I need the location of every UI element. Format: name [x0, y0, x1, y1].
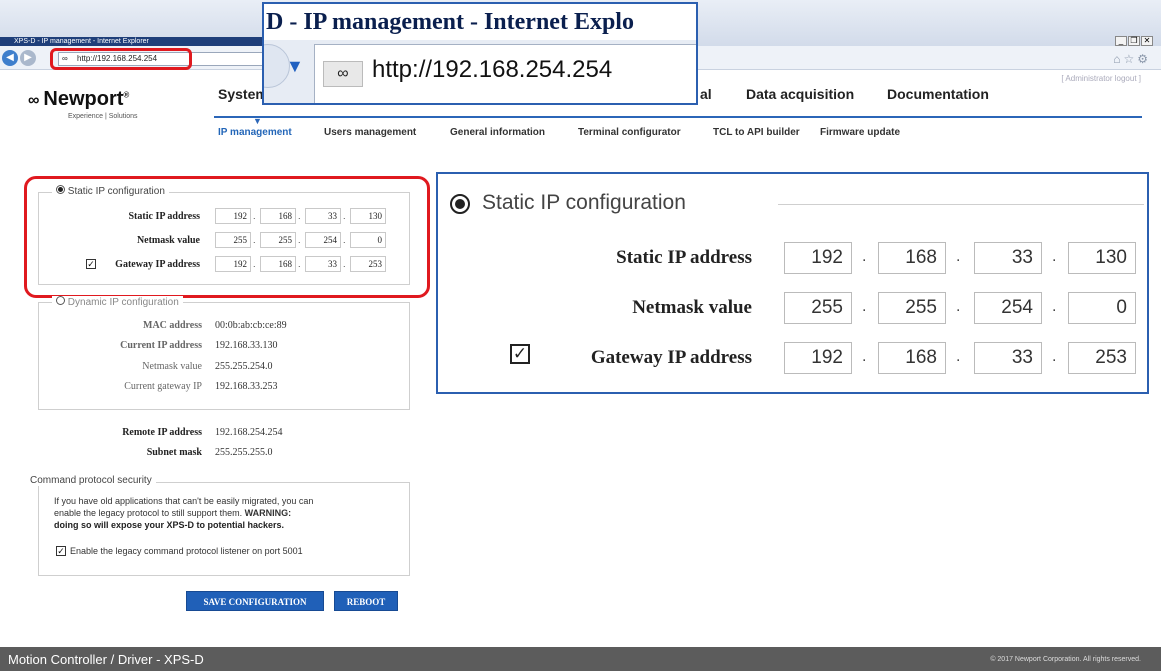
back-button[interactable]: ◀	[2, 50, 18, 66]
current-gateway-value: 192.168.33.253	[215, 381, 278, 392]
zoom-window-title: D - IP management - Internet Explo	[264, 4, 696, 40]
gear-icon[interactable]: ⚙	[1137, 52, 1151, 66]
zoom-chevron-down-icon: ▼	[286, 56, 304, 76]
newport-logo-icon: ∞	[28, 92, 40, 109]
dynamic-ip-radio[interactable]	[56, 296, 65, 305]
subnav-general-information[interactable]: General information	[450, 127, 545, 138]
home-icon[interactable]: ⌂	[1113, 52, 1123, 66]
mac-address-value: 00:0b:ab:cb:ce:89	[215, 320, 287, 331]
zoom-gateway-octet-1: 192	[784, 342, 852, 374]
admin-logout-link[interactable]: [ Administrator logout ]	[1061, 74, 1141, 83]
zoom-static-inset: Static IP configuration Static IP addres…	[436, 172, 1149, 394]
zoom-netmask-octet-4: 0	[1068, 292, 1136, 324]
window-controls: _ ❐ ✕	[1115, 36, 1153, 46]
nav-terminal[interactable]: al	[700, 86, 712, 102]
window-title: XPS-D - IP management - Internet Explore…	[0, 37, 270, 46]
maximize-icon[interactable]: ❐	[1128, 36, 1140, 46]
reboot-button[interactable]: REBOOT	[334, 591, 398, 611]
dyn-netmask-value: 255.255.254.0	[215, 361, 273, 372]
nav-documentation[interactable]: Documentation	[887, 86, 989, 102]
static-ip-highlight	[24, 176, 430, 298]
subnav-users-management[interactable]: Users management	[324, 127, 416, 138]
subnav-terminal-configurator[interactable]: Terminal configurator	[578, 127, 681, 138]
zoom-netmask-label: Netmask value	[632, 297, 752, 318]
current-ip-label: Current IP address	[120, 340, 202, 351]
zoom-static-octet-4: 130	[1068, 242, 1136, 274]
dyn-netmask-label: Netmask value	[142, 361, 202, 372]
zoom-static-radio	[450, 194, 470, 214]
zoom-static-legend: Static IP configuration	[482, 191, 686, 214]
zoom-netmask-octet-1: 255	[784, 292, 852, 324]
security-warning: doing so will expose your XPS-D to poten…	[54, 520, 285, 530]
minimize-icon[interactable]: _	[1115, 36, 1127, 46]
footer-product: Motion Controller / Driver - XPS-D	[8, 652, 204, 667]
zoom-static-octet-3: 33	[974, 242, 1042, 274]
subnav-firmware-update[interactable]: Firmware update	[820, 127, 900, 138]
zoom-gateway-octet-2: 168	[878, 342, 946, 374]
dynamic-ip-legend[interactable]: Dynamic IP configuration	[52, 296, 183, 308]
address-highlight	[50, 48, 192, 70]
subnet-mask-label: Subnet mask	[146, 447, 202, 458]
subnav-ip-management[interactable]: IP management	[218, 127, 292, 138]
nav-system[interactable]: System	[218, 86, 268, 102]
save-configuration-button[interactable]: SAVE CONFIGURATION	[186, 591, 324, 611]
nav-active-arrow-icon: ▼	[253, 116, 262, 126]
legacy-protocol-checkbox[interactable]: ✓	[56, 546, 66, 556]
current-ip-value: 192.168.33.130	[215, 340, 278, 351]
subnet-mask-value: 255.255.255.0	[215, 447, 273, 458]
mac-address-label: MAC address	[143, 320, 202, 331]
zoom-gateway-octet-3: 33	[974, 342, 1042, 374]
nav-divider	[214, 116, 1142, 118]
forward-button[interactable]: ▶	[20, 50, 36, 66]
zoom-netmask-octet-3: 254	[974, 292, 1042, 324]
security-text-1: If you have old applications that can't …	[54, 496, 314, 506]
dynamic-ip-fieldset	[38, 302, 410, 410]
newport-tagline: Experience | Solutions	[68, 113, 138, 120]
toolbar-icons: ⌂☆⚙	[1113, 52, 1151, 66]
current-gateway-label: Current gateway IP	[124, 381, 202, 392]
newport-logo: ∞ Newport®	[28, 88, 130, 110]
zoom-gateway-label: Gateway IP address	[590, 347, 752, 368]
zoom-site-icon: ∞	[323, 61, 363, 87]
legacy-protocol-label[interactable]: Enable the legacy command protocol liste…	[70, 546, 303, 556]
nav-data-acquisition[interactable]: Data acquisition	[746, 86, 854, 102]
subnav-tcl-api-builder[interactable]: TCL to API builder	[713, 127, 800, 138]
remote-ip-label: Remote IP address	[122, 427, 202, 438]
close-icon[interactable]: ✕	[1141, 36, 1153, 46]
zoom-static-octet-1: 192	[784, 242, 852, 274]
zoom-gateway-octet-4: 253	[1068, 342, 1136, 374]
security-legend: Command protocol security	[26, 475, 156, 486]
footer-copyright: © 2017 Newport Corporation. All rights r…	[990, 656, 1141, 663]
zoom-address-url: http://192.168.254.254	[372, 56, 613, 83]
zoom-netmask-octet-2: 255	[878, 292, 946, 324]
zoom-static-ip-label: Static IP address	[616, 247, 752, 268]
favorites-icon[interactable]: ☆	[1123, 52, 1137, 66]
zoom-address-inset: D - IP management - Internet Explo ▼ ∞ h…	[262, 2, 698, 105]
zoom-static-octet-2: 168	[878, 242, 946, 274]
security-text-2: enable the legacy protocol to still supp…	[54, 508, 292, 518]
remote-ip-value: 192.168.254.254	[215, 427, 283, 438]
